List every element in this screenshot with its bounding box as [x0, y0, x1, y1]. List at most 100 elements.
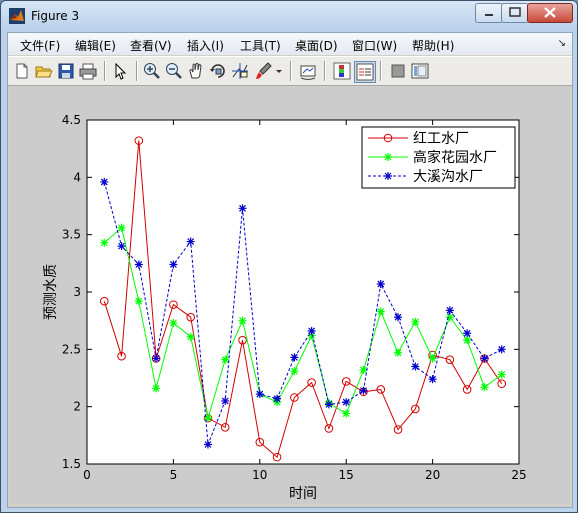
data-point-2	[100, 238, 109, 247]
hide-plot-tools-button[interactable]	[388, 61, 408, 81]
data-point-3	[152, 354, 161, 363]
toolbar-separator	[380, 61, 382, 81]
data-point-2	[238, 316, 247, 325]
data-point-2	[428, 354, 437, 363]
legend-icon	[356, 63, 374, 81]
brush-button[interactable]	[254, 61, 274, 81]
link-plot-icon	[300, 65, 316, 80]
show-plot-tools-icon	[411, 63, 429, 79]
data-point-3	[376, 279, 385, 288]
data-point-2	[290, 367, 299, 376]
figure-canvas[interactable]: 0 5 10 15 20 25 1.5 2 2.5 3 3.5 4 4.5 时间 预测水质 红工水厂 高…	[10, 86, 570, 504]
data-point-3	[463, 329, 472, 338]
data-point-2	[152, 384, 161, 393]
legend-button[interactable]	[354, 61, 376, 83]
legend-label-1: 红工水厂	[413, 131, 469, 147]
figure-client: 文件(F) 编辑(E) 查看(V) 插入(I) 工具(T) 桌面(D) 窗口(W…	[7, 32, 573, 508]
x-axis-label: 时间	[289, 486, 317, 502]
data-point-3	[186, 237, 195, 246]
x-tick-label: 10	[252, 468, 267, 482]
plot-area[interactable]: 0 5 10 15 20 25 1.5 2 2.5 3 3.5 4 4.5 时间 预测水质 红工水厂 高…	[10, 86, 570, 504]
x-tick-label: 20	[425, 468, 440, 482]
legend-marker-2	[384, 153, 392, 161]
data-point-2	[342, 409, 351, 418]
y-tick-label: 4.5	[62, 113, 81, 127]
dropdown-arrow-icon	[276, 70, 282, 73]
title-bar[interactable]: Figure 3	[1, 1, 577, 31]
zoom-out-button[interactable]	[164, 61, 184, 81]
folder-open-icon	[35, 66, 53, 78]
zoom-in-button[interactable]	[142, 61, 162, 81]
data-point-3	[117, 242, 126, 251]
show-plot-tools-button[interactable]	[410, 61, 430, 81]
link-plot-button[interactable]	[298, 61, 318, 81]
pointer-arrow-icon	[115, 62, 127, 80]
data-point-2	[221, 355, 230, 364]
y-tick-label: 2.5	[62, 342, 81, 356]
brush-dropdown-button[interactable]	[274, 61, 284, 81]
minimize-button[interactable]	[475, 3, 503, 23]
close-button[interactable]	[527, 3, 573, 23]
data-point-2	[497, 370, 506, 379]
maximize-icon	[509, 7, 521, 17]
menu-file[interactable]: 文件(F)	[20, 37, 60, 54]
hand-icon	[189, 63, 202, 79]
maximize-button[interactable]	[501, 3, 529, 23]
new-figure-button[interactable]	[12, 61, 32, 81]
data-point-2	[463, 336, 472, 345]
data-point-3	[273, 394, 282, 403]
legend-label-3: 大溪沟水厂	[413, 169, 483, 185]
printer-icon	[79, 63, 97, 80]
data-cursor-icon	[232, 63, 248, 79]
open-file-button[interactable]	[34, 61, 54, 81]
print-button[interactable]	[78, 61, 98, 81]
data-point-2	[394, 348, 403, 357]
data-point-2	[445, 313, 454, 322]
save-button[interactable]	[56, 61, 76, 81]
select-arrow-button[interactable]	[110, 61, 130, 81]
data-point-3	[307, 326, 316, 335]
brush-icon	[256, 62, 272, 79]
data-point-3	[359, 386, 368, 395]
legend-label-2: 高家花园水厂	[413, 149, 497, 166]
x-tick-label: 25	[511, 468, 526, 482]
colorbar-button[interactable]	[332, 61, 352, 81]
rotate-3d-button[interactable]	[208, 61, 228, 81]
toolbar-separator	[290, 61, 292, 81]
data-point-3	[428, 375, 437, 384]
zoom-out-icon	[166, 63, 182, 79]
menu-insert[interactable]: 插入(I)	[187, 37, 224, 54]
data-point-3	[100, 177, 109, 186]
menu-help[interactable]: 帮助(H)	[412, 37, 454, 54]
close-icon	[544, 7, 556, 18]
y-tick-label: 1.5	[62, 457, 81, 471]
zoom-in-icon	[144, 63, 160, 79]
menu-overflow-icon[interactable]: ↘	[558, 38, 566, 49]
menu-tools[interactable]: 工具(T)	[240, 37, 281, 54]
data-point-3	[238, 204, 247, 213]
data-point-3	[342, 398, 351, 407]
menu-edit[interactable]: 编辑(E)	[75, 37, 116, 54]
data-point-3	[134, 260, 143, 269]
menu-view[interactable]: 查看(V)	[130, 37, 172, 54]
data-point-3	[497, 345, 506, 354]
data-point-3	[221, 396, 230, 405]
pan-button[interactable]	[186, 61, 206, 81]
toolbar-separator	[324, 61, 326, 81]
data-cursor-button[interactable]	[230, 61, 250, 81]
menu-desktop[interactable]: 桌面(D)	[295, 37, 338, 54]
menu-bar: 文件(F) 编辑(E) 查看(V) 插入(I) 工具(T) 桌面(D) 窗口(W…	[8, 33, 572, 55]
data-point-2	[117, 223, 126, 232]
matlab-icon	[9, 8, 25, 24]
data-point-3	[411, 362, 420, 371]
menu-window[interactable]: 窗口(W)	[352, 37, 397, 54]
data-point-2	[411, 317, 420, 326]
data-point-2	[134, 297, 143, 306]
y-tick-label: 2	[73, 400, 81, 414]
data-point-2	[376, 307, 385, 316]
toolbar-separator	[136, 61, 138, 81]
x-tick-label: 15	[339, 468, 354, 482]
legend[interactable]: 红工水厂 高家花园水厂 大溪沟水厂	[361, 126, 516, 189]
data-point-2	[186, 332, 195, 341]
data-point-2	[169, 318, 178, 327]
